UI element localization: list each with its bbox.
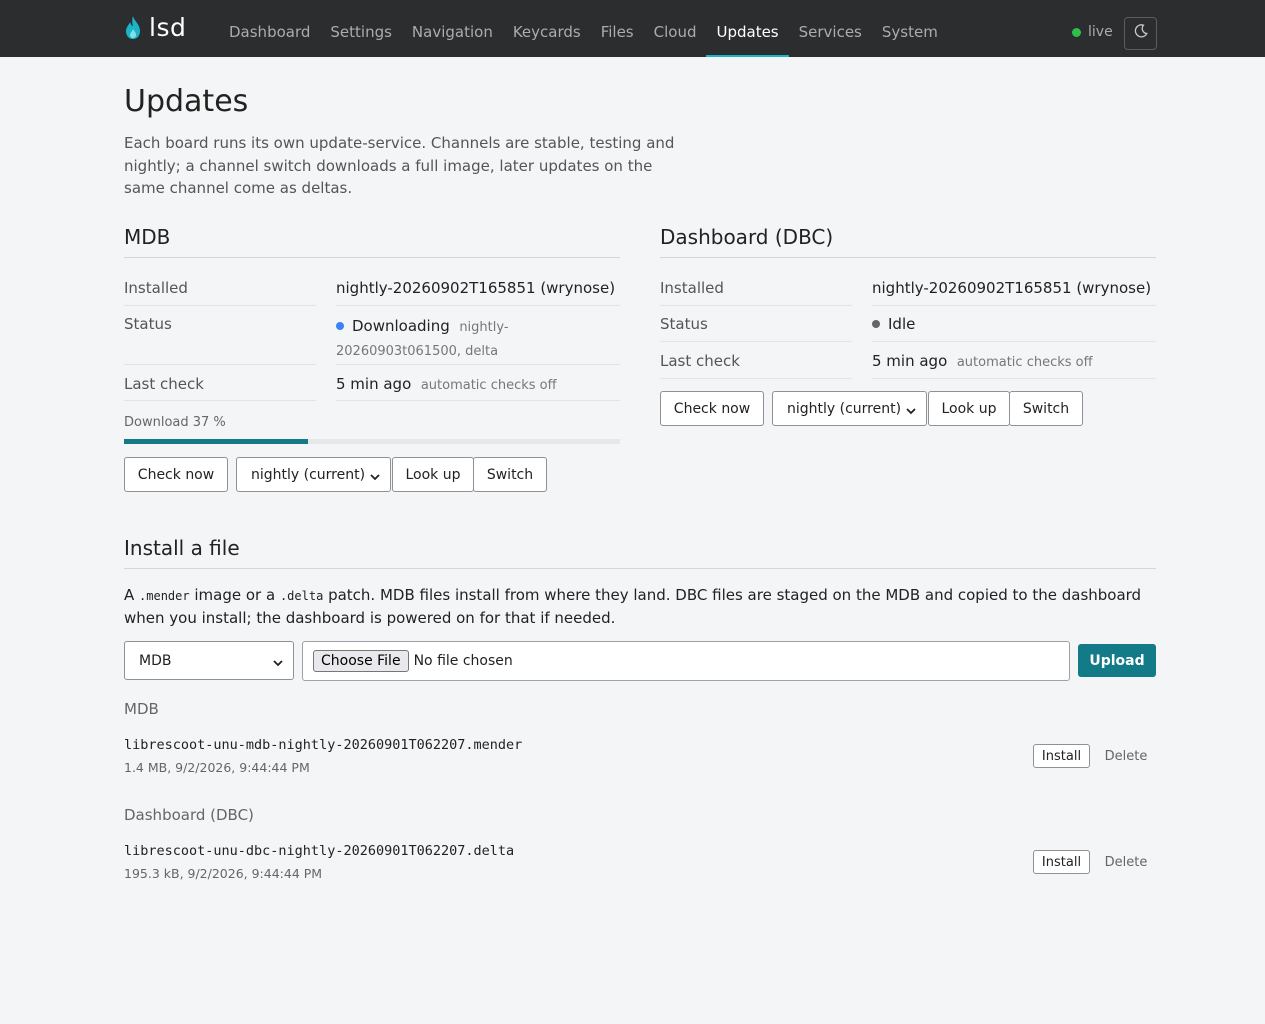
row-divider [124,364,316,365]
mdb-file-delete-button[interactable]: Delete [1100,744,1152,768]
choose-file-button[interactable]: Choose File [313,650,409,672]
nav-navigation[interactable]: Navigation [402,0,503,57]
mdb-installed-value: nightly-20260902T165851 (wrynose) [336,279,616,297]
mdb-divider [124,257,620,258]
mdb-installed-label: Installed [124,279,188,297]
mdb-last-check-note: automatic checks off [420,378,557,393]
dbc-channel-value: nightly (current) [787,400,902,417]
mdb-files-heading: MDB [124,700,159,718]
install-divider [124,568,1156,569]
mdb-switch-button[interactable]: Switch [473,457,547,492]
dbc-check-now-button[interactable]: Check now [660,391,764,426]
mdb-file-install-button[interactable]: Install [1033,744,1090,768]
upload-button[interactable]: Upload [1078,644,1156,677]
top-navbar: lsd Dashboard Settings Navigation Keycar… [0,0,1265,57]
dbc-section-title: Dashboard (DBC) [660,225,834,249]
nav-system[interactable]: System [872,0,948,57]
brand-logo[interactable]: lsd [124,13,186,42]
mdb-look-up-button[interactable]: Look up [392,457,474,492]
desc-text: A [124,586,140,604]
mdb-channel-select[interactable]: nightly (current) [236,457,391,492]
row-divider [660,341,852,342]
dbc-divider [660,257,1156,258]
mdb-last-check-label: Last check [124,375,204,393]
row-divider [336,305,620,306]
mdb-status-text: Downloading [352,317,450,335]
row-divider [124,305,316,306]
dbc-file-meta: 195.3 kB, 9/2/2026, 9:44:44 PM [124,866,323,881]
mdb-download-label: Download 37 % [124,415,226,430]
dbc-last-check-note: automatic checks off [956,355,1093,370]
status-dot-downloading [336,322,344,330]
page-intro: Each board runs its own update-service. … [124,134,675,197]
nav-settings[interactable]: Settings [320,0,402,57]
chevron-down-icon [906,404,916,420]
row-divider [336,400,620,401]
dbc-channel-select[interactable]: nightly (current) [772,391,927,426]
nav-updates[interactable]: Updates [706,0,789,57]
file-upload-input[interactable]: Choose File No file chosen [302,641,1070,681]
install-section-title: Install a file [124,536,240,560]
status-dot-idle [872,320,880,328]
mdb-status-label: Status [124,315,172,333]
mdb-download-progress [124,439,620,444]
live-status-dot [1072,27,1081,37]
chevron-down-icon [273,656,283,672]
dbc-last-check-label: Last check [660,352,740,370]
dbc-status-text: Idle [888,315,916,333]
install-description: A .mender image or a .delta patch. MDB f… [124,584,1164,629]
dbc-file-install-button[interactable]: Install [1033,850,1090,874]
mdb-check-now-button[interactable]: Check now [124,457,228,492]
nav-files[interactable]: Files [591,0,644,57]
mdb-download-progress-fill [124,439,308,444]
row-divider [124,400,316,401]
mdb-channel-value: nightly (current) [251,466,366,483]
row-divider [872,305,1156,306]
dbc-last-check-value: 5 min ago automatic checks off [872,352,1093,370]
flame-icon [124,15,142,40]
nav-cloud[interactable]: Cloud [644,0,707,57]
desc-text: image or a [189,586,280,604]
dbc-look-up-button[interactable]: Look up [928,391,1010,426]
dbc-file-delete-button[interactable]: Delete [1100,850,1152,874]
mdb-file-name: librescoot-unu-mdb-nightly-20260901T0622… [124,737,523,753]
dbc-installed-value: nightly-20260902T165851 (wrynose) [872,279,1152,297]
nav-dashboard[interactable]: Dashboard [219,0,320,57]
mdb-section-title: MDB [124,225,171,249]
mdb-last-check-value: 5 min ago automatic checks off [336,375,557,393]
row-divider [872,341,1156,342]
dbc-installed-label: Installed [660,279,724,297]
dbc-last-check-time: 5 min ago [872,352,948,370]
row-divider [660,305,852,306]
moon-icon [1133,23,1149,44]
row-divider [660,378,852,379]
mdb-status-value: Downloading nightly-20260903t061500, del… [336,315,620,363]
desc-code-delta: .delta [279,589,324,603]
dbc-file-name: librescoot-unu-dbc-nightly-20260901T0622… [124,843,515,859]
install-target-select[interactable]: MDB [124,641,294,680]
mdb-file-meta: 1.4 MB, 9/2/2026, 9:44:44 PM [124,760,310,775]
dbc-files-heading: Dashboard (DBC) [124,806,254,824]
nav-services[interactable]: Services [789,0,872,57]
live-indicator: live [1072,24,1113,40]
dbc-status-value: Idle [872,315,915,333]
nav-keycards[interactable]: Keycards [503,0,591,57]
row-divider [872,378,1156,379]
main-nav: Dashboard Settings Navigation Keycards F… [219,0,948,57]
dbc-status-label: Status [660,315,708,333]
chevron-down-icon [370,470,380,486]
theme-toggle-button[interactable] [1124,17,1157,50]
install-target-value: MDB [139,652,172,669]
live-status-label: live [1088,24,1113,40]
desc-code-mender: .mender [139,589,190,603]
brand-name: lsd [149,13,187,42]
mdb-last-check-time: 5 min ago [336,375,412,393]
row-divider [336,364,620,365]
no-file-chosen-text: No file chosen [413,653,513,669]
page-title: Updates [124,84,249,119]
dbc-switch-button[interactable]: Switch [1009,391,1083,426]
